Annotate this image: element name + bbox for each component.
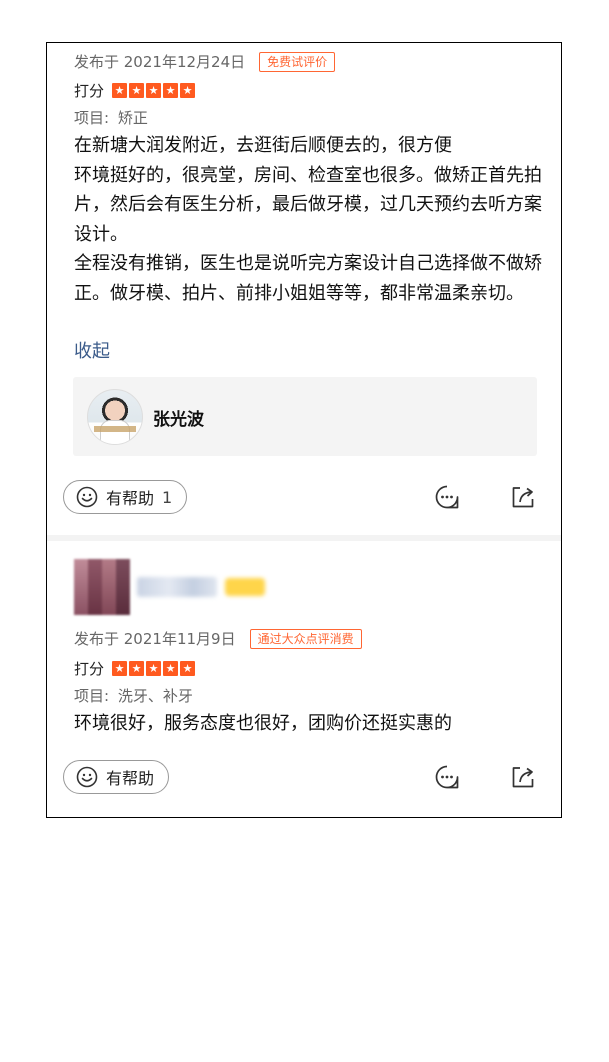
doctor-avatar (87, 389, 143, 445)
helpful-button[interactable]: 有帮助 1 (63, 480, 188, 514)
helpful-label: 有帮助 (106, 769, 155, 788)
avatar[interactable] (74, 559, 130, 615)
collapse-link[interactable]: 收起 (74, 337, 110, 363)
score-label: 打分 (74, 660, 105, 678)
review-paragraph: 环境很好，服务态度也很好，团购价还挺实惠的 (74, 713, 452, 734)
star-icon: ★ (163, 661, 179, 676)
review-project: 项目: 矫正 (74, 107, 148, 128)
star-icon: ★ (180, 661, 196, 676)
star-icon: ★ (112, 83, 128, 98)
star-icon: ★ (112, 661, 128, 676)
star-icon: ★ (146, 83, 162, 98)
helpful-label: 有帮助 (106, 489, 155, 508)
review-paragraph: 环境挺好的，很亮堂，房间、检查室也很多。做矫正首先拍片，然后会有医生分析，最后做… (74, 164, 542, 245)
review-date: 发布于 2021年12月24日 (74, 53, 246, 71)
review-source-tag: 通过大众点评消费 (249, 628, 362, 649)
review-project: 项目: 洗牙、补牙 (74, 685, 193, 706)
project-label: 项目: (74, 109, 110, 127)
star-icon: ★ (129, 661, 145, 676)
share-icon[interactable] (509, 763, 537, 791)
user-level-badge (225, 578, 265, 596)
comment-icon[interactable] (433, 483, 461, 511)
star-rating: ★ ★ ★ ★ ★ (112, 83, 197, 98)
score-label: 打分 (74, 82, 105, 100)
review-score: 打分 ★ ★ ★ ★ ★ (74, 658, 197, 679)
star-rating: ★ ★ ★ ★ ★ (112, 661, 197, 676)
project-value: 矫正 (117, 109, 148, 127)
star-icon: ★ (129, 83, 145, 98)
star-icon: ★ (146, 661, 162, 676)
smile-icon (76, 766, 98, 788)
review-card: 发布于 2021年12月24日 免费试评价 打分 ★ ★ ★ ★ ★ 项目: 矫… (47, 43, 561, 535)
doctor-card[interactable]: 张光波 (73, 377, 537, 456)
doctor-name: 张光波 (153, 410, 204, 430)
share-icon[interactable] (509, 483, 537, 511)
helpful-button[interactable]: 有帮助 (63, 760, 170, 794)
user-name-blurred[interactable] (137, 577, 217, 597)
review-meta: 发布于 2021年11月9日 通过大众点评消费 (74, 628, 362, 649)
review-paragraph: 在新塘大润发附近，去逛街后顺便去的，很方便 (74, 135, 452, 156)
helpful-count: 1 (162, 487, 173, 507)
project-value: 洗牙、补牙 (117, 687, 193, 705)
star-icon: ★ (163, 83, 179, 98)
smile-icon (76, 486, 98, 508)
review-text: 环境很好，服务态度也很好，团购价还挺实惠的 (74, 709, 544, 739)
project-label: 项目: (74, 687, 110, 705)
review-date: 发布于 2021年11月9日 (74, 630, 236, 648)
star-icon: ★ (180, 83, 196, 98)
review-source-tag: 免费试评价 (259, 51, 336, 72)
review-meta: 发布于 2021年12月24日 免费试评价 (74, 51, 336, 72)
review-score: 打分 ★ ★ ★ ★ ★ (74, 80, 197, 101)
comment-icon[interactable] (433, 763, 461, 791)
review-card: 发布于 2021年11月9日 通过大众点评消费 打分 ★ ★ ★ ★ ★ 项目:… (47, 541, 561, 817)
review-paragraph: 全程没有推销，医生也是说听完方案设计自己选择做不做矫正。做牙模、拍片、前排小姐姐… (74, 253, 542, 304)
review-list: 发布于 2021年12月24日 免费试评价 打分 ★ ★ ★ ★ ★ 项目: 矫… (46, 42, 562, 818)
review-text: 在新塘大润发附近，去逛街后顺便去的，很方便 环境挺好的，很亮堂，房间、检查室也很… (74, 131, 544, 308)
